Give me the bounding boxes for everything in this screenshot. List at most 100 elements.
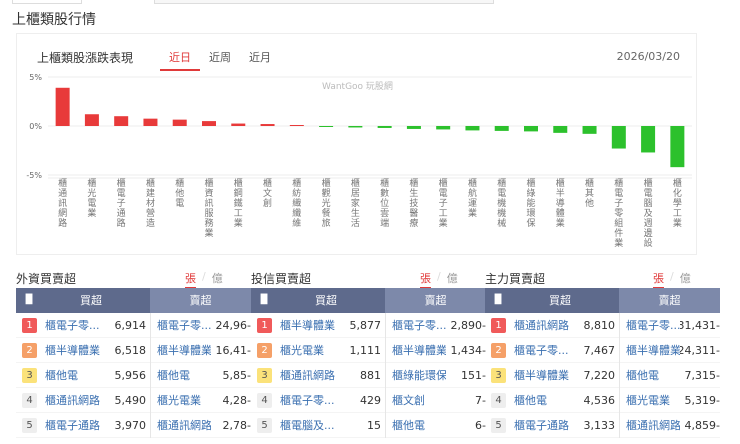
bar[interactable]: [553, 126, 568, 133]
buy-sector-link[interactable]: 櫃他電: [45, 367, 107, 383]
x-tick-label: 櫃化學工業: [673, 177, 682, 229]
x-tick-label: 櫃電子工業: [439, 177, 448, 229]
bar[interactable]: [582, 126, 597, 134]
sell-sector-link[interactable]: 櫃他電: [626, 367, 680, 383]
table-header: ▐▌ 買超 賣超: [485, 288, 720, 313]
table-row: 5 櫃電腦及... 15 櫃他電 -6: [251, 412, 486, 438]
buy-sector-link[interactable]: 櫃半導體業: [514, 367, 576, 383]
buy-sector-link[interactable]: 櫃電子零...: [280, 392, 342, 408]
sell-sector-link[interactable]: 櫃電子零...: [626, 317, 680, 333]
bar-chart-icon[interactable]: ▐▌: [16, 288, 42, 313]
x-tick-label: 櫃光電業: [87, 177, 96, 219]
buy-sector-link[interactable]: 櫃他電: [514, 392, 576, 408]
buy-sector-link[interactable]: 櫃通訊網路: [45, 392, 107, 408]
x-tick-label: 櫃其他: [585, 177, 594, 209]
bar[interactable]: [84, 114, 99, 126]
sell-sector-link[interactable]: 櫃半導體業: [626, 342, 680, 358]
x-tick-label: 櫃建材營造: [146, 177, 155, 229]
bar[interactable]: [641, 126, 656, 153]
sell-sector-link[interactable]: 櫃光電業: [157, 392, 211, 408]
bar[interactable]: [260, 124, 275, 126]
sector-bar-chart: 5% 0% -5% 櫃通訊網路 櫃光電業 櫃電子通路 櫃建材營造 櫃他電 櫃資訊服務業 櫃鋼鐵工業…: [26, 73, 692, 249]
buy-sector-link[interactable]: 櫃光電業: [280, 342, 342, 358]
bar[interactable]: [494, 126, 509, 131]
buy-sector-link[interactable]: 櫃半導體業: [280, 317, 342, 333]
buy-sector-link[interactable]: 櫃通訊網路: [514, 317, 576, 333]
table-row: 1 櫃通訊網路 8,810 櫃電子零... -31,431: [485, 312, 720, 338]
bar[interactable]: [348, 126, 363, 128]
buy-value: 429: [360, 393, 381, 407]
buy-sector-link[interactable]: 櫃電腦及...: [280, 417, 342, 433]
buy-sector-link[interactable]: 櫃通訊網路: [280, 367, 342, 383]
unit-amount[interactable]: 億: [212, 270, 223, 289]
sell-value: -7: [475, 393, 486, 407]
bar[interactable]: [524, 126, 538, 132]
sell-sector-link[interactable]: 櫃他電: [392, 417, 446, 433]
bar[interactable]: [611, 126, 626, 149]
bar[interactable]: [231, 123, 246, 126]
unit-amount[interactable]: 億: [680, 270, 691, 289]
x-tick-label: 櫃航運業: [468, 177, 477, 219]
sell-sector-link[interactable]: 櫃半導體業: [157, 342, 211, 358]
sell-value: -151: [461, 368, 486, 382]
bar[interactable]: [114, 116, 129, 126]
buy-value: 3,970: [114, 418, 147, 432]
buy-sector-link[interactable]: 櫃電子通路: [514, 417, 576, 433]
bar[interactable]: [172, 119, 187, 126]
sell-sector-link[interactable]: 櫃綠能環保: [392, 367, 446, 383]
bar[interactable]: [289, 125, 304, 126]
bar-chart-icon[interactable]: ▐▌: [251, 288, 277, 313]
sell-sector-link[interactable]: 櫃文創: [392, 392, 446, 408]
buy-value: 5,490: [114, 393, 147, 407]
y-tick-label: -5%: [26, 171, 42, 180]
table-row: 1 櫃電子零... 6,914 櫃電子零... -24,96: [16, 312, 251, 338]
x-tick-label: 櫃電子零組件業: [614, 177, 623, 249]
bar[interactable]: [670, 126, 685, 168]
bar[interactable]: [406, 126, 421, 129]
unit-separator: /: [437, 270, 441, 283]
x-tick-label: 櫃通訊網路: [58, 177, 67, 229]
rank-badge: 2: [257, 342, 272, 358]
sell-sector-link[interactable]: 櫃通訊網路: [157, 417, 211, 433]
rank-badge: 1: [257, 317, 272, 333]
bar-chart-icon[interactable]: ▐▌: [485, 288, 511, 313]
buy-sector-link[interactable]: 櫃半導體業: [45, 342, 107, 358]
sell-sector-link[interactable]: 櫃電子零...: [157, 317, 211, 333]
x-tick-label: 櫃生技醫療: [409, 177, 418, 229]
unit-lot[interactable]: 張: [653, 270, 664, 289]
unit-lot[interactable]: 張: [420, 270, 431, 289]
sell-sector-link[interactable]: 櫃半導體業: [392, 342, 446, 358]
bar[interactable]: [465, 126, 480, 131]
x-tick-label: 櫃電腦及週邊設: [644, 177, 653, 249]
table-row: 3 櫃他電 5,956 櫃他電 -5,85: [16, 362, 251, 388]
buy-sector-link[interactable]: 櫃電子通路: [45, 417, 107, 433]
bar[interactable]: [319, 126, 334, 127]
x-tick-label: 櫃半導體業: [556, 177, 565, 229]
sell-sector-link[interactable]: 櫃光電業: [626, 392, 680, 408]
bar[interactable]: [143, 118, 158, 126]
sell-value: -2,78: [222, 418, 251, 432]
bar[interactable]: [202, 121, 216, 126]
sell-sector-link[interactable]: 櫃他電: [157, 367, 211, 383]
rank-badge: 5: [22, 417, 37, 433]
sell-sector-link[interactable]: 櫃通訊網路: [626, 417, 680, 433]
sell-sector-link[interactable]: 櫃電子零...: [392, 317, 446, 333]
buy-value: 1,111: [349, 343, 382, 357]
x-tick-label: 櫃電機機械: [497, 177, 506, 229]
bar[interactable]: [436, 126, 451, 130]
bar[interactable]: [377, 126, 392, 128]
rank-badge: 4: [491, 392, 506, 408]
x-tick-label: 櫃他電: [175, 177, 184, 209]
bar[interactable]: [55, 87, 70, 126]
rank-badge: 5: [257, 417, 272, 433]
buy-sector-link[interactable]: 櫃電子零...: [45, 317, 107, 333]
net-buy-sell-table: ▐▌ 買超 賣超 1 櫃通訊網路 8,810 櫃電子零... -31,431 2 櫃電子零... 7…: [485, 288, 720, 438]
buy-value: 8,810: [583, 318, 616, 332]
table-row: 3 櫃通訊網路 881 櫃綠能環保 -151: [251, 362, 486, 388]
unit-lot[interactable]: 張: [185, 270, 196, 289]
buy-value: 881: [360, 368, 381, 382]
buy-sector-link[interactable]: 櫃電子零...: [514, 342, 576, 358]
section-title: 投信買賣超: [251, 272, 312, 286]
sell-value: -5,85: [222, 368, 251, 382]
unit-amount[interactable]: 億: [447, 270, 458, 289]
